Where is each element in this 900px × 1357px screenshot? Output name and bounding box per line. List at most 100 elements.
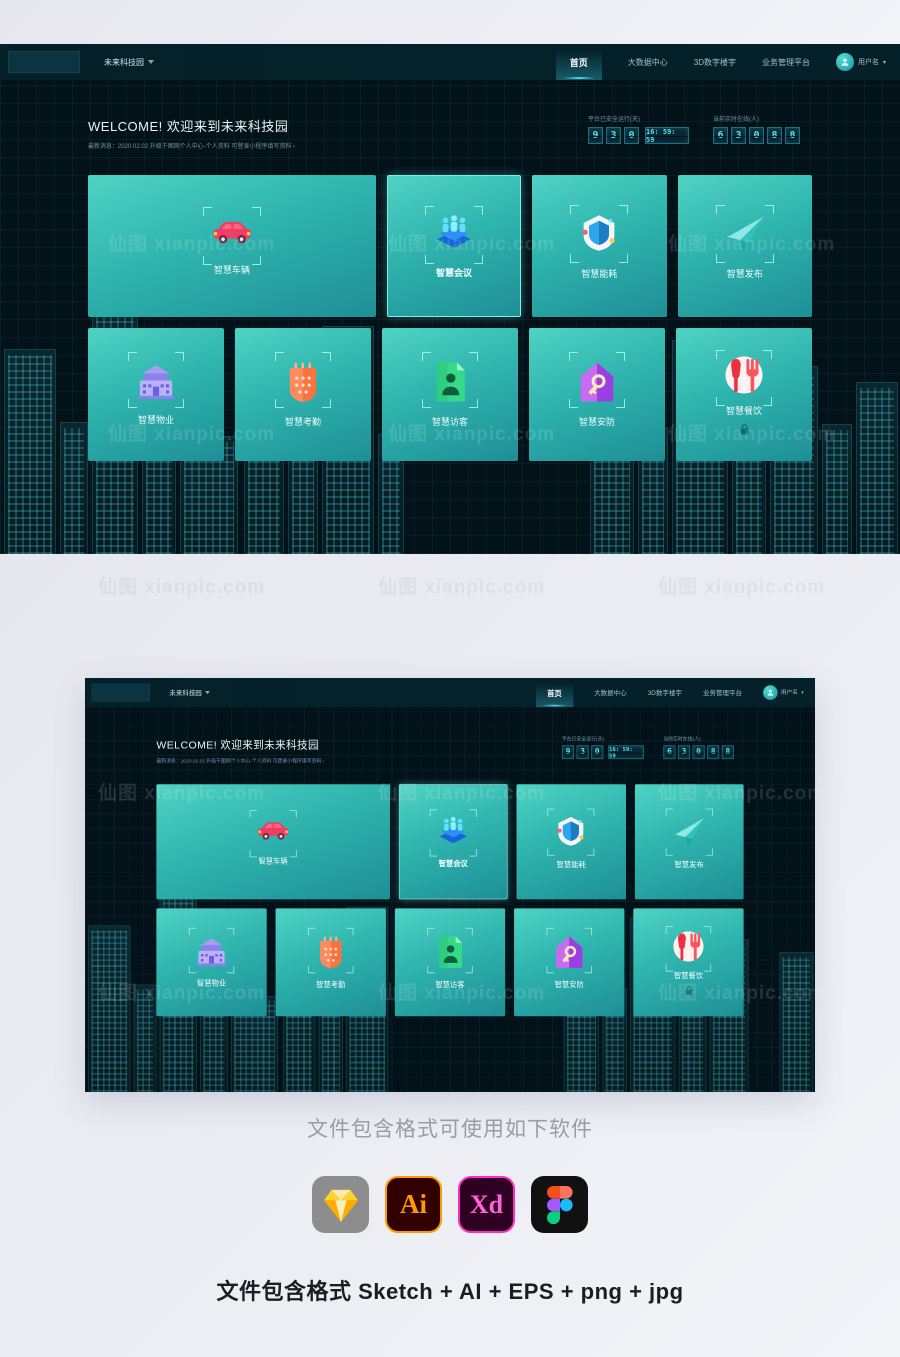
lock-icon: [740, 424, 748, 435]
counter-label: 当前实时在线(人): [713, 117, 759, 123]
illustrator-label: Ai: [400, 1189, 427, 1219]
card-smart-security[interactable]: 智慧安防: [514, 908, 625, 1017]
card-smart-visitor[interactable]: 智慧访客: [394, 908, 506, 1017]
brand-label: 未来科技园: [104, 57, 144, 67]
digit-cell: 8: [721, 745, 734, 760]
counter-uptime: 平台已安全运行(天) 9 3 0 16: 59: 59: [588, 114, 689, 144]
card-smart-publish[interactable]: 智慧发布: [634, 784, 744, 900]
card-label: 智慧发布: [726, 268, 763, 279]
digit-cell: 8: [707, 745, 720, 760]
card-label: 智慧物业: [196, 978, 227, 988]
uptime-clock: 16: 59: 59: [608, 745, 644, 760]
counter-digits: 9 3 0 16: 59: 59: [588, 127, 689, 144]
nav-item-bigdata[interactable]: 大数据中心: [628, 57, 668, 68]
logo-placeholder[interactable]: [8, 51, 80, 73]
welcome-block: WELCOME! 欢迎来到未来科技园 最新消息：2020.02.02 升级千图网…: [156, 736, 324, 764]
card-smart-attendance[interactable]: 智慧考勤: [235, 328, 371, 461]
nav-item-home[interactable]: 首页: [555, 46, 602, 80]
card-row-1: 智慧车辆 智慧会议 智慧能耗 智慧发布: [156, 784, 744, 900]
digit-cell: 3: [576, 745, 589, 760]
card-smart-dining[interactable]: 智慧餐饮: [676, 328, 812, 461]
user-menu[interactable]: 用户名 ▾: [763, 685, 804, 700]
digit-cell: 0: [591, 745, 604, 760]
uptime-clock: 16: 59: 59: [645, 127, 689, 144]
energy-shield-icon: [582, 214, 616, 251]
main-nav: 首页 大数据中心 3D数字楼宇 业务管理平台 用户名 ▾: [535, 679, 804, 707]
nav-item-business-platform[interactable]: 业务管理平台: [703, 688, 742, 697]
card-row-1: 智慧车辆 智慧会议 智慧能耗 智慧发布: [88, 175, 813, 317]
brand-label: 未来科技园: [169, 688, 202, 697]
digit-cell: 3: [677, 745, 691, 760]
status-counters: 平台已安全运行(天) 9 3 0 16: 59: 59 当前实时在线(人) 6 …: [561, 735, 734, 760]
counter-digits: 6 3 0 8 8: [713, 127, 800, 144]
nav-item-home[interactable]: 首页: [535, 679, 574, 707]
calendar-icon: [289, 362, 317, 403]
card-label: 智慧餐饮: [725, 406, 762, 416]
logo-placeholder[interactable]: [91, 683, 150, 702]
digit-cell: 3: [731, 127, 746, 144]
light-band: [0, 0, 900, 44]
card-smart-attendance[interactable]: 智慧考勤: [275, 908, 386, 1017]
card-label: 智慧能耗: [556, 860, 586, 869]
card-smart-dining[interactable]: 智慧餐饮: [633, 908, 744, 1017]
card-smart-energy[interactable]: 智慧能耗: [516, 784, 626, 900]
card-smart-visitor[interactable]: 智慧访客: [382, 328, 518, 461]
card-smart-energy[interactable]: 智慧能耗: [532, 175, 667, 317]
paper-plane-icon: [727, 216, 764, 251]
news-line[interactable]: 最新消息：2020.02.02 升级千图网个人中心-个人资料 可登录小程序填写资…: [88, 141, 295, 150]
counter-online: 当前实时在线(人) 6 3 0 8 8: [663, 735, 734, 760]
chevron-down-icon: [148, 60, 154, 64]
user-name-label: 用户名: [780, 690, 798, 696]
card-label: 智慧访客: [435, 980, 465, 989]
security-key-icon: [580, 362, 614, 402]
top-navigation-bar: 未来科技园 首页 大数据中心 3D数字楼宇 业务管理平台 用户名 ▾: [85, 678, 815, 708]
digit-cell: 6: [713, 127, 728, 144]
xd-label: Xd: [469, 1189, 504, 1219]
paper-plane-icon: [675, 817, 705, 846]
xd-icon[interactable]: Xd: [458, 1176, 515, 1233]
user-menu[interactable]: 用户名 ▾: [835, 53, 886, 71]
card-label: 智慧考勤: [316, 980, 346, 989]
brand-selector[interactable]: 未来科技园: [104, 57, 154, 68]
avatar: [763, 685, 778, 700]
card-label: 智慧会议: [435, 267, 472, 278]
user-icon: [767, 689, 774, 696]
nav-item-business-platform[interactable]: 业务管理平台: [762, 57, 810, 68]
visitor-badge-icon: [436, 362, 465, 402]
card-smart-meeting[interactable]: 智慧会议: [398, 784, 508, 900]
card-smart-property[interactable]: 智慧物业: [156, 908, 267, 1017]
counter-label: 平台已安全运行(天): [588, 117, 640, 123]
card-smart-vehicle[interactable]: 智慧车辆: [156, 784, 390, 900]
card-smart-vehicle[interactable]: 智慧车辆: [88, 175, 376, 317]
news-line[interactable]: 最新消息：2020.02.02 升级千图网个人中心-个人资料 可登录小程序填写资…: [156, 757, 324, 764]
card-label: 智慧会议: [438, 859, 468, 868]
card-smart-security[interactable]: 智慧安防: [529, 328, 665, 461]
welcome-block: WELCOME! 欢迎来到未来科技园 最新消息：2020.02.02 升级千图网…: [88, 116, 295, 150]
counter-online: 当前实时在线(人) 6 3 0 8 8: [713, 114, 800, 144]
digit-cell: 9: [561, 745, 575, 760]
card-label: 智慧发布: [674, 860, 704, 869]
security-key-icon: [555, 936, 583, 968]
digit-cell: 0: [749, 127, 764, 144]
nav-item-label: 3D数字楼宇: [693, 57, 736, 67]
card-smart-property[interactable]: 智慧物业: [88, 328, 224, 461]
energy-shield-icon: [557, 816, 584, 846]
dining-icon: [673, 931, 704, 962]
card-smart-publish[interactable]: 智慧发布: [677, 175, 813, 317]
digit-cell: 8: [767, 127, 782, 144]
digit-cell: 9: [588, 127, 603, 144]
brand-selector[interactable]: 未来科技园: [169, 688, 210, 697]
card-smart-meeting[interactable]: 智慧会议: [386, 175, 522, 317]
figma-icon[interactable]: [531, 1176, 588, 1233]
nav-item-3d-building[interactable]: 3D数字楼宇: [694, 57, 736, 68]
card-label: 智慧车辆: [213, 264, 250, 275]
calendar-icon: [320, 936, 342, 969]
illustrator-icon[interactable]: Ai: [385, 1176, 442, 1233]
status-counters: 平台已安全运行(天) 9 3 0 16: 59: 59 当前实时在线(人) 6 …: [588, 114, 800, 144]
nav-item-3d-building[interactable]: 3D数字楼宇: [648, 688, 682, 697]
card-row-2: 智慧物业 智慧考勤 智慧访客 智慧安防 智慧餐饮: [156, 908, 744, 1017]
sketch-icon[interactable]: [312, 1176, 369, 1233]
nav-item-bigdata[interactable]: 大数据中心: [594, 688, 626, 697]
sketch-glyph: [323, 1189, 358, 1222]
card-row-2: 智慧物业 智慧考勤 智慧访客 智慧安防 智慧餐饮: [88, 328, 812, 461]
